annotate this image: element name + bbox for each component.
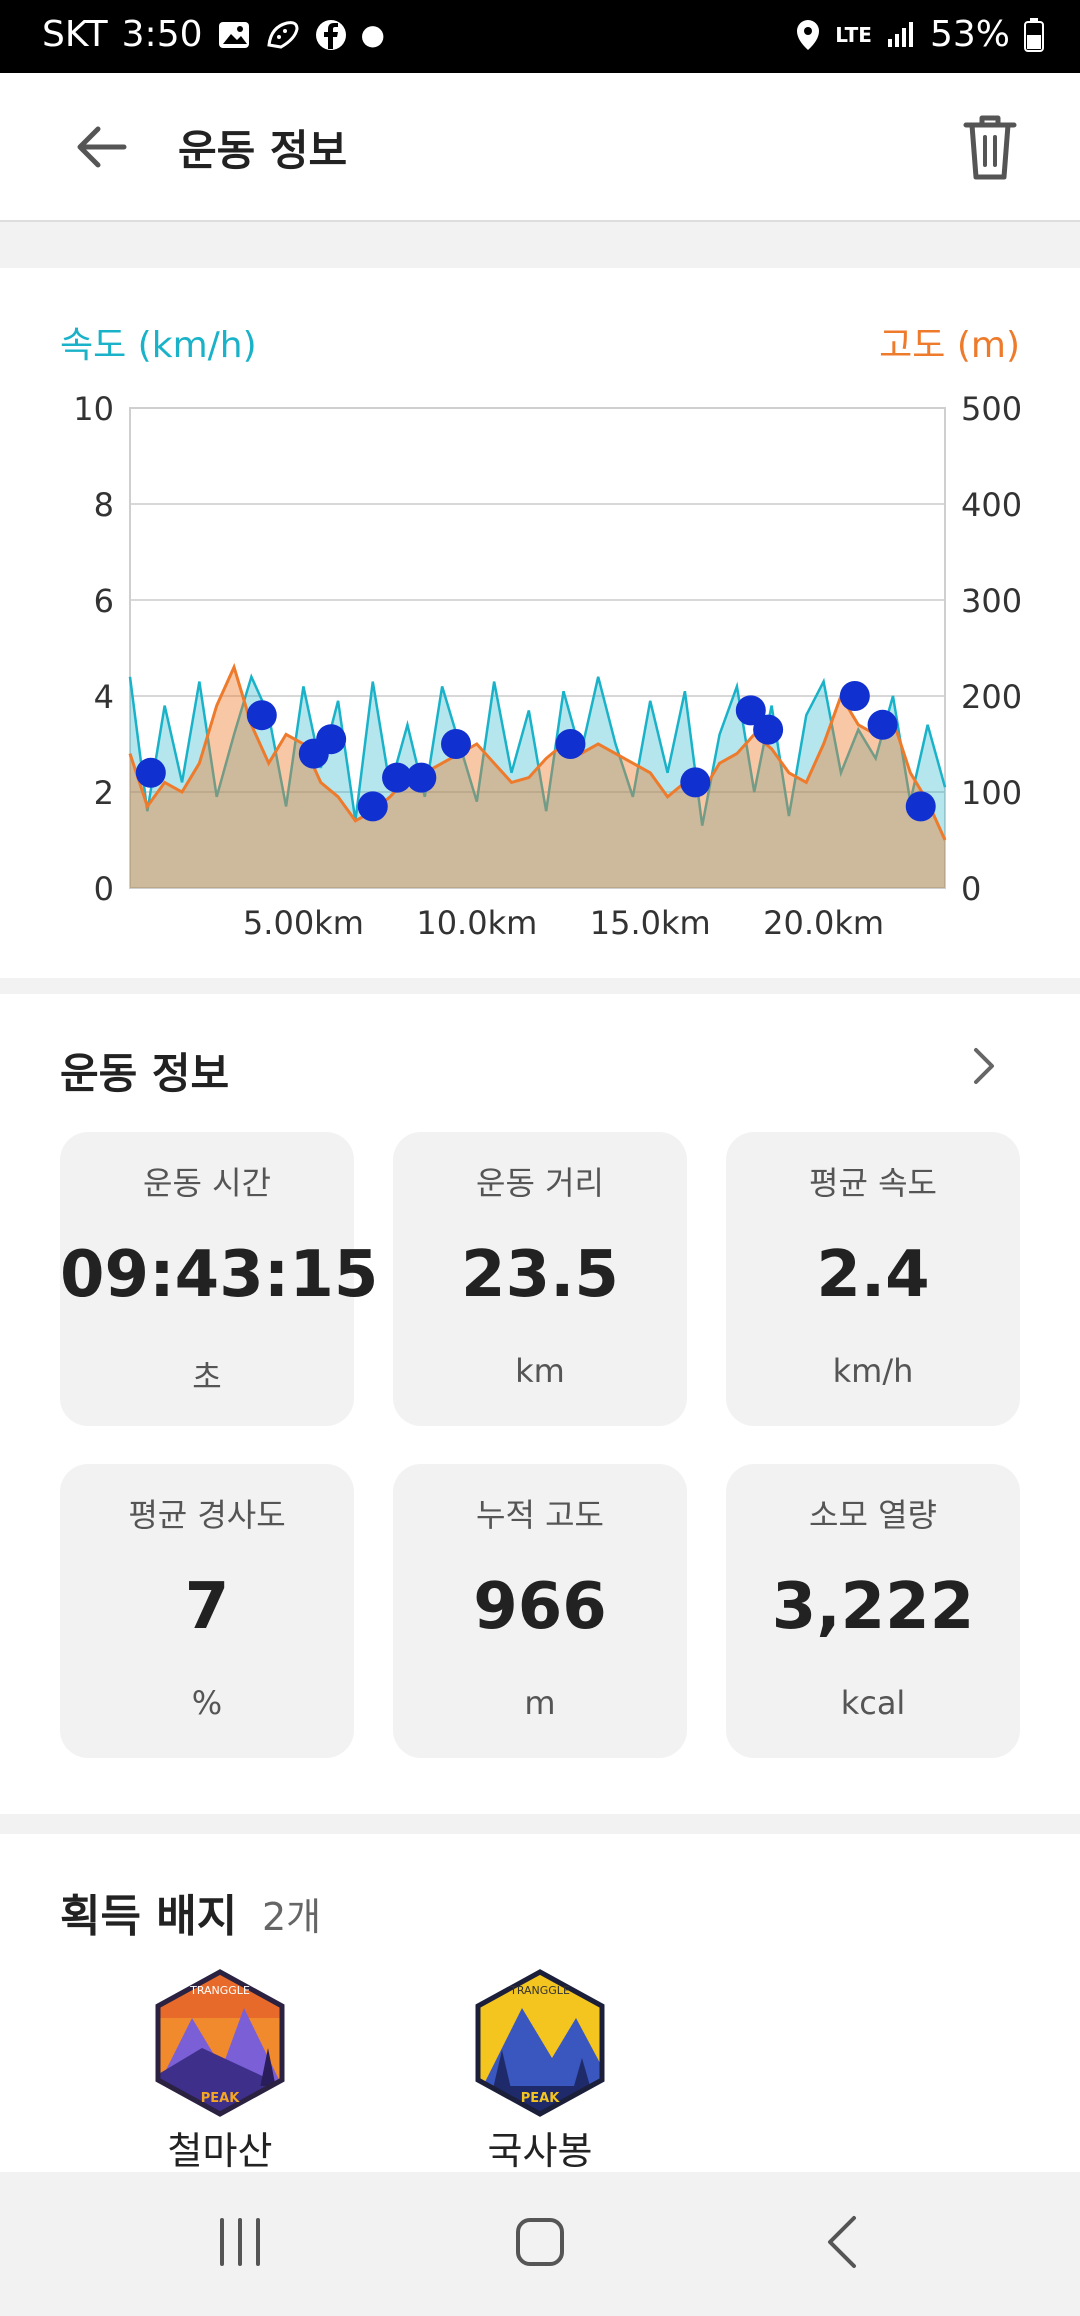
notification-dot-icon: ● <box>360 18 385 51</box>
chart-card: 속도 (km/h) 고도 (m) 10 500 8 400 6 300 4 200 2 100 0 0… <box>0 268 1080 978</box>
stat-value: 3,222 <box>771 1570 975 1644</box>
right-tick-label: 100 <box>961 774 1022 812</box>
x-tick-label: 20.0km <box>763 904 884 942</box>
marker-point <box>316 724 347 755</box>
speed-axis-label: 속도 (km/h) <box>60 325 257 366</box>
clock: 3:50 <box>121 14 203 55</box>
stat-tile-duration: 운동 시간 09:43:15 초 <box>60 1132 379 1426</box>
stat-tile-distance: 운동 거리 23.5 km <box>393 1132 687 1426</box>
marker-point <box>246 700 277 731</box>
x-tick-label: 10.0km <box>416 904 537 942</box>
marker-point <box>555 729 586 759</box>
badge-name: 국사봉 <box>487 2129 593 2173</box>
stat-unit: m <box>524 1684 556 1722</box>
status-left: SKT 3:50 ● <box>42 14 385 55</box>
marker-point <box>905 791 936 822</box>
signal-icon <box>887 21 913 47</box>
stat-unit: % <box>191 1684 223 1722</box>
recent-apps-icon[interactable] <box>210 2212 270 2272</box>
stat-value: 23.5 <box>461 1238 619 1312</box>
badge-item[interactable]: TRANGGLE PEAK 국사봉 <box>470 1968 610 2175</box>
badges-count: 2개 <box>262 1895 322 1939</box>
battery-icon <box>1024 17 1044 52</box>
right-tick-label: 400 <box>961 486 1022 524</box>
carrier-label: SKT <box>42 14 108 55</box>
stat-tile-elevation-gain: 누적 고도 966 m <box>393 1464 687 1758</box>
stat-unit: km <box>515 1352 565 1390</box>
stat-value: 966 <box>473 1570 607 1644</box>
marker-point <box>680 767 711 798</box>
right-tick-label: 300 <box>961 582 1022 620</box>
stat-value: 7 <box>184 1570 230 1644</box>
stat-label: 평균 속도 <box>809 1164 937 1202</box>
chevron-right-icon[interactable] <box>968 1044 998 1088</box>
stat-tile-avg-speed: 평균 속도 2.4 km/h <box>726 1132 1020 1426</box>
right-tick-label: 0 <box>961 870 981 908</box>
mountain-badge-icon: TRANGGLE PEAK <box>155 1969 285 2117</box>
mountain-badge-icon: TRANGGLE PEAK <box>475 1969 605 2117</box>
marker-point <box>135 757 166 788</box>
app-bar: 운동 정보 <box>0 73 1080 222</box>
badge-logo-top: TRANGGLE <box>509 1984 570 1997</box>
badges-title: 획득 배지 <box>60 1891 238 1942</box>
badge-logo-bottom: PEAK <box>201 2091 240 2106</box>
stat-unit: km/h <box>832 1352 914 1390</box>
battery-percent: 53% <box>929 14 1010 55</box>
badges-card: 획득 배지 2개 TRANGGLE PEAK 철마산 TRANGGLE PEAK… <box>0 1834 1080 2174</box>
stat-unit: 초 <box>192 1358 222 1396</box>
page-title: 운동 정보 <box>178 126 348 175</box>
marker-point <box>867 709 898 740</box>
stat-value: 2.4 <box>816 1238 930 1312</box>
facebook-icon <box>315 19 346 50</box>
left-tick-label: 2 <box>94 774 114 812</box>
left-tick-label: 10 <box>73 390 114 428</box>
left-tick-label: 0 <box>94 870 114 908</box>
badge-item[interactable]: TRANGGLE PEAK 철마산 <box>150 1968 290 2175</box>
stat-unit: kcal <box>840 1684 906 1722</box>
status-bar: SKT 3:50 ● LTE 53% <box>0 0 1080 73</box>
right-tick-label: 500 <box>961 390 1022 428</box>
left-tick-label: 8 <box>94 486 114 524</box>
marker-point <box>406 762 437 793</box>
stat-label: 운동 거리 <box>476 1164 604 1202</box>
stat-label: 소모 열량 <box>809 1496 937 1534</box>
altitude-axis-label: 고도 (m) <box>879 325 1020 366</box>
stat-label: 운동 시간 <box>143 1164 271 1202</box>
trash-icon[interactable] <box>960 113 1020 183</box>
left-tick-label: 6 <box>94 582 114 620</box>
x-tick-label: 5.00km <box>243 904 364 942</box>
x-tick-label: 15.0km <box>590 904 711 942</box>
stat-tile-avg-slope: 평균 경사도 7 % <box>60 1464 354 1758</box>
network-type: LTE <box>835 22 872 47</box>
marker-point <box>441 729 471 759</box>
badge-logo-top: TRANGGLE <box>189 1984 250 1997</box>
exercise-info-card: 운동 정보 운동 시간 09:43:15 초 운동 거리 23.5 km 평균 … <box>0 994 1080 1814</box>
right-tick-label: 200 <box>961 678 1022 716</box>
stat-value: 09:43:15 <box>60 1238 379 1312</box>
location-icon <box>797 19 820 50</box>
section-title: 운동 정보 <box>60 1049 230 1098</box>
left-tick-label: 4 <box>94 678 114 716</box>
badge-name: 철마산 <box>167 2129 273 2173</box>
speed-altitude-chart[interactable]: 10 500 8 400 6 300 4 200 2 100 0 0 5.00km 10.0km 15.0k… <box>0 368 1080 1008</box>
stat-tile-calories: 소모 열량 3,222 kcal <box>726 1464 1020 1758</box>
stat-label: 누적 고도 <box>476 1496 604 1534</box>
arrow-left-icon[interactable] <box>70 117 130 177</box>
marker-point <box>839 681 870 711</box>
stat-label: 평균 경사도 <box>128 1496 286 1534</box>
back-nav-icon[interactable] <box>814 2212 874 2272</box>
shoe-icon <box>266 20 299 49</box>
status-right: LTE 53% <box>795 14 1044 55</box>
badge-logo-bottom: PEAK <box>521 2091 560 2106</box>
marker-point <box>357 791 388 822</box>
gallery-icon <box>218 21 249 48</box>
system-nav-bar <box>0 2172 1080 2316</box>
home-icon[interactable] <box>510 2212 570 2272</box>
marker-point <box>753 714 784 745</box>
